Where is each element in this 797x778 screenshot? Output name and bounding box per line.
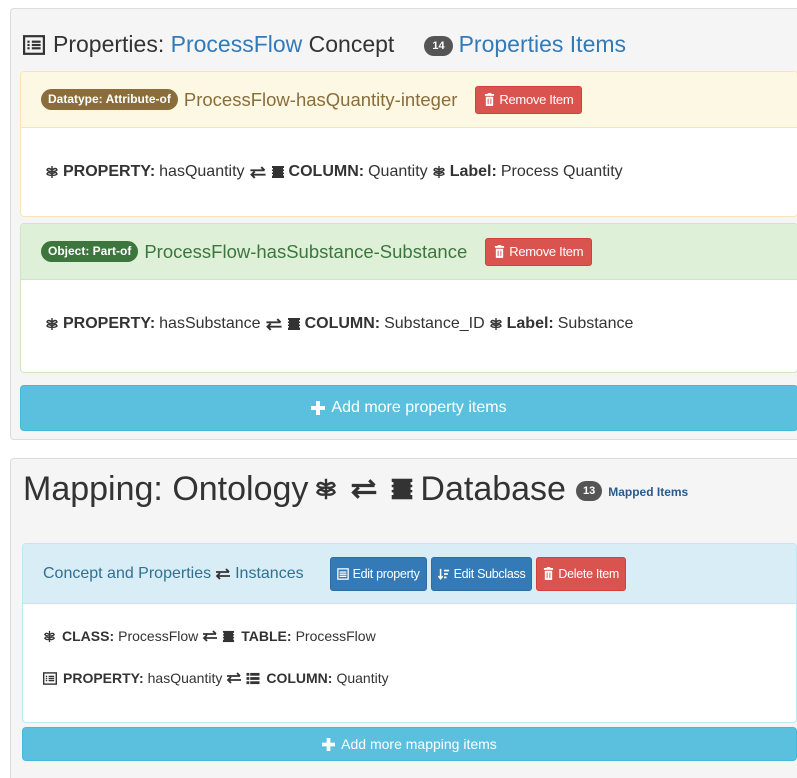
property-type-label: Object: Part-of bbox=[41, 241, 139, 262]
delete-item-button[interactable]: Delete Item bbox=[536, 556, 627, 591]
properties-items-label: Properties Items bbox=[458, 30, 627, 57]
table-value: ProcessFlow bbox=[295, 628, 376, 644]
remove-item-label: Remove Item bbox=[499, 92, 574, 107]
property-value: hasSubstance bbox=[159, 315, 261, 332]
trash-icon bbox=[494, 245, 505, 258]
property-item-body: PROPERTY: hasQuantity COLUMN: Quantity L… bbox=[21, 128, 797, 216]
edit-subclass-button[interactable]: Edit Subclass bbox=[430, 556, 533, 591]
property-label: PROPERTY: bbox=[63, 163, 156, 180]
film-icon bbox=[287, 317, 301, 331]
properties-prefix: Properties: bbox=[53, 30, 165, 57]
remove-item-label: Remove Item bbox=[509, 244, 584, 259]
leaf-icon bbox=[45, 317, 59, 331]
property-item-body: PROPERTY: hasSubstance COLUMN: Substance… bbox=[21, 280, 797, 368]
leaf-icon bbox=[489, 317, 503, 331]
mapped-count-badge: 13 bbox=[575, 481, 603, 501]
property-type-label: Datatype: Attribute-of bbox=[41, 89, 178, 110]
concept-suffix: Concept bbox=[308, 30, 395, 57]
mapping-property-label: PROPERTY: bbox=[63, 670, 144, 686]
properties-panel: Properties: ProcessFlow Concept 14 Prope… bbox=[10, 8, 797, 440]
mapping-title-right: Database bbox=[420, 469, 566, 508]
column-value: Substance_ID bbox=[384, 315, 485, 332]
property-item-header: Datatype: Attribute-of ProcessFlow-hasQu… bbox=[21, 72, 797, 128]
property-item-name: ProcessFlow-hasSubstance-Substance bbox=[144, 240, 468, 262]
transfer-icon bbox=[265, 318, 283, 331]
property-value: hasQuantity bbox=[159, 163, 245, 180]
label-value: Substance bbox=[557, 315, 634, 332]
plus-icon bbox=[311, 401, 325, 415]
class-mapping-row: CLASS: ProcessFlow TABLE: ProcessFlow bbox=[23, 628, 796, 644]
edit-property-button[interactable]: Edit property bbox=[329, 556, 427, 591]
property-item-1: Datatype: Attribute-of ProcessFlow-hasQu… bbox=[20, 71, 797, 217]
label-value: Process Quantity bbox=[500, 163, 623, 180]
transfer-icon bbox=[350, 478, 378, 500]
instance-title-right: Instances bbox=[235, 564, 304, 582]
remove-item-button[interactable]: Remove Item bbox=[475, 85, 583, 114]
film-icon bbox=[222, 630, 235, 643]
class-label: CLASS: bbox=[62, 628, 115, 644]
instance-panel: Concept and Properties Instances Edit pr… bbox=[22, 543, 797, 723]
property-item-name: ProcessFlow-hasQuantity-integer bbox=[183, 88, 458, 110]
column-label: COLUMN: bbox=[304, 315, 381, 332]
leaf-icon bbox=[432, 165, 446, 179]
mapping-title-left: Mapping: Ontology bbox=[23, 469, 309, 508]
transfer-icon bbox=[215, 568, 231, 580]
property-item-header: Object: Part-of ProcessFlow-hasSubstance… bbox=[21, 224, 797, 280]
delete-item-label: Delete Item bbox=[558, 566, 620, 581]
class-value: ProcessFlow bbox=[118, 628, 199, 644]
add-property-items-label: Add more property items bbox=[331, 399, 507, 416]
th-list-icon bbox=[246, 672, 260, 685]
add-mapping-items-label: Add more mapping items bbox=[341, 736, 497, 752]
trash-icon bbox=[484, 93, 495, 106]
concept-name: ProcessFlow bbox=[170, 30, 303, 57]
edit-property-label: Edit property bbox=[352, 566, 420, 581]
mapping-property-value: hasQuantity bbox=[147, 670, 223, 686]
property-mapping-row: PROPERTY: hasQuantity COLUMN: Quantity bbox=[23, 670, 796, 686]
properties-count-badge: 14 bbox=[424, 36, 453, 56]
remove-item-button[interactable]: Remove Item bbox=[485, 237, 593, 266]
transfer-icon bbox=[249, 166, 267, 179]
transfer-icon bbox=[226, 672, 242, 684]
column-value: Quantity bbox=[368, 163, 428, 180]
sort-icon bbox=[438, 568, 450, 580]
plus-icon bbox=[322, 738, 335, 751]
add-property-items-button[interactable]: Add more property items bbox=[20, 385, 797, 431]
leaf-icon bbox=[314, 476, 338, 502]
mapping-column-label: COLUMN: bbox=[266, 670, 333, 686]
table-label: TABLE: bbox=[241, 628, 292, 644]
mapping-panel: Mapping: Ontology Database 13 Mapped Ite… bbox=[10, 458, 797, 778]
label-label: Label: bbox=[449, 163, 497, 180]
mapped-items-label: Mapped Items bbox=[608, 485, 689, 499]
instance-title-left: Concept and Properties bbox=[43, 564, 212, 582]
label-label: Label: bbox=[506, 315, 554, 332]
transfer-icon bbox=[202, 630, 218, 642]
edit-subclass-label: Edit Subclass bbox=[453, 566, 526, 581]
leaf-icon bbox=[43, 630, 56, 643]
film-icon bbox=[271, 165, 285, 179]
list-alt-icon bbox=[23, 35, 45, 55]
instance-header: Concept and Properties Instances Edit pr… bbox=[23, 544, 796, 604]
mapping-header: Mapping: Ontology Database 13 Mapped Ite… bbox=[23, 465, 688, 513]
list-alt-icon bbox=[337, 568, 349, 580]
trash-icon bbox=[543, 567, 554, 580]
leaf-icon bbox=[45, 165, 59, 179]
column-label: COLUMN: bbox=[288, 163, 365, 180]
film-icon bbox=[390, 477, 414, 501]
property-item-2: Object: Part-of ProcessFlow-hasSubstance… bbox=[20, 223, 797, 373]
add-mapping-items-button[interactable]: Add more mapping items bbox=[22, 727, 797, 761]
property-label: PROPERTY: bbox=[63, 315, 156, 332]
instance-title: Concept and Properties Instances bbox=[43, 565, 304, 583]
mapping-column-value: Quantity bbox=[336, 670, 389, 686]
properties-header: Properties: ProcessFlow Concept 14 Prope… bbox=[11, 9, 797, 65]
list-alt-icon bbox=[43, 672, 57, 685]
